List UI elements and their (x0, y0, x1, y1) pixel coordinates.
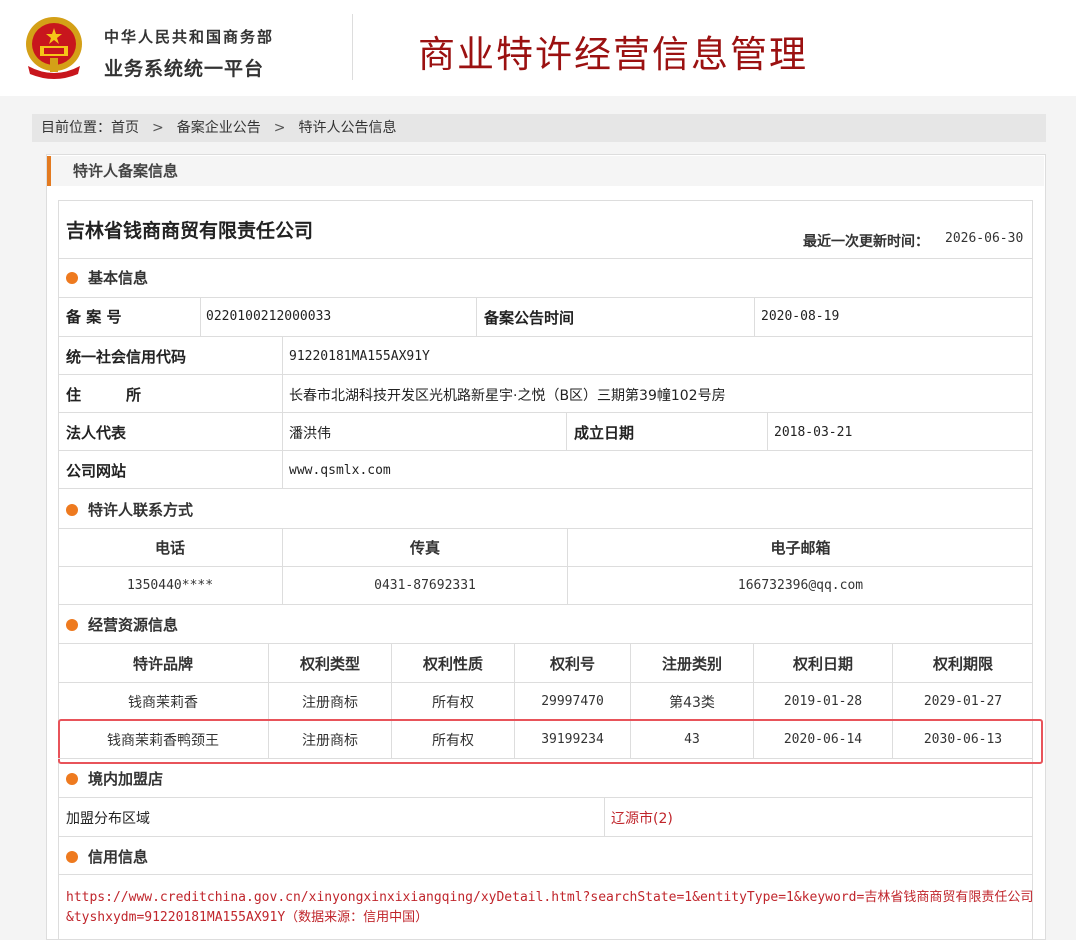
credit-url-line1[interactable]: https://www.creditchina.gov.cn/xinyongxi… (66, 886, 1033, 905)
divider (58, 412, 1033, 413)
page-header: 中华人民共和国商务部 业务系统统一平台 商业特许经营信息管理 (0, 0, 1076, 108)
section-title: 境内加盟店 (88, 770, 164, 788)
bullet-icon (66, 773, 78, 785)
divider (58, 643, 1033, 644)
divider (58, 874, 1033, 875)
founded-label: 成立日期 (574, 424, 635, 442)
divider (58, 258, 1033, 259)
resource-cell: 注册商标 (302, 695, 358, 711)
franchise-region-link[interactable]: 辽源市(2) (611, 808, 673, 828)
updated-label: 最近一次更新时间： (803, 234, 929, 250)
divider (58, 604, 1033, 605)
resource-header-brand: 特许品牌 (132, 655, 193, 673)
divider (58, 488, 1033, 489)
national-emblem-icon (26, 17, 82, 79)
section-franchise-stores: 境内加盟店 (66, 768, 163, 789)
breadcrumb: 目前位置：首页 > 备案企业公告 > 特许人公告信息 (32, 114, 1046, 142)
franchise-region-label: 加盟分布区域 (66, 811, 150, 827)
breadcrumb-item-filed-companies[interactable]: 备案企业公告 (177, 120, 261, 136)
breadcrumb-separator: > (273, 120, 286, 136)
contact-fax-value: 0431-87692331 (374, 578, 476, 593)
resource-cell: 所有权 (432, 695, 474, 711)
contact-phone-value: 1350440**** (126, 578, 214, 593)
divider (58, 297, 1033, 298)
section-title: 经营资源信息 (88, 616, 179, 634)
divider (566, 412, 567, 450)
updated-value: 2026-06-30 (945, 231, 1024, 246)
divider (58, 836, 1033, 837)
website-value[interactable]: www.qsmlx.com (289, 463, 391, 478)
credit-code-value: 91220181MA155AX91Y (289, 349, 430, 364)
resource-header-term: 权利期限 (932, 655, 993, 673)
resource-cell: 29997470 (541, 694, 604, 709)
breadcrumb-prefix: 目前位置： (41, 120, 111, 136)
announce-date-label: 备案公告时间 (484, 309, 575, 327)
divider (58, 566, 1033, 567)
header-divider (352, 14, 353, 80)
divider (767, 412, 768, 450)
section-title: 信用信息 (88, 848, 149, 866)
section-resources: 经营资源信息 (66, 614, 178, 635)
section-title: 特许人联系方式 (88, 501, 194, 519)
bullet-icon (66, 272, 78, 284)
resource-header-right-no: 权利号 (549, 655, 595, 673)
address-value: 长春市北湖科技开发区光机路新星宇·之悦（B区）三期第39幢102号房 (289, 388, 726, 404)
divider (604, 797, 605, 836)
site-title: 商业特许经营信息管理 (418, 33, 808, 76)
resource-header-class: 注册类别 (661, 655, 722, 673)
divider (754, 297, 755, 336)
divider (476, 297, 477, 336)
record-no-label: 备 案 号 (66, 308, 122, 326)
breadcrumb-separator: > (152, 120, 164, 136)
divider (58, 682, 1033, 683)
resource-cell: 钱商茉莉香 (128, 695, 198, 711)
bullet-icon (66, 851, 78, 863)
org-name-line2: 业务系统统一平台 (104, 58, 265, 80)
credit-code-label: 统一社会信用代码 (66, 348, 187, 366)
resource-cell: 第43类 (669, 695, 715, 711)
resource-cell: 2019-01-28 (783, 694, 863, 709)
legal-rep-label: 法人代表 (66, 424, 127, 442)
resource-cell: 2029-01-27 (923, 694, 1003, 709)
bullet-icon (66, 504, 78, 516)
resource-header-date: 权利日期 (792, 655, 853, 673)
panel-title: 特许人备案信息 (47, 156, 1044, 186)
company-name: 吉林省钱商商贸有限责任公司 (66, 220, 314, 242)
legal-rep-value: 潘洪伟 (289, 426, 331, 442)
contact-header-email: 电子邮箱 (770, 539, 831, 557)
credit-url-line2[interactable]: &tyshxydm=91220181MA155AX91Y（数据来源：信用中国） (66, 906, 428, 925)
contact-header-fax: 传真 (409, 539, 440, 557)
section-contact: 特许人联系方式 (66, 499, 193, 520)
divider (200, 297, 201, 336)
section-basic-info: 基本信息 (66, 267, 148, 288)
contact-email-value: 166732396@qq.com (737, 578, 864, 593)
divider (58, 528, 1033, 529)
divider (58, 336, 1033, 337)
breadcrumb-item-current: 特许人公告信息 (298, 120, 397, 136)
resource-header-right-type: 权利类型 (299, 655, 360, 673)
divider (58, 374, 1033, 375)
org-name-line1: 中华人民共和国商务部 (104, 28, 275, 46)
resource-header-right-nature: 权利性质 (422, 655, 483, 673)
section-title: 基本信息 (88, 269, 149, 287)
website-label: 公司网站 (66, 462, 127, 480)
section-credit-info: 信用信息 (66, 846, 148, 867)
announce-date-value: 2020-08-19 (761, 309, 840, 324)
record-no-value: 0220100212000033 (206, 309, 332, 324)
divider (58, 758, 1033, 759)
founded-value: 2018-03-21 (774, 425, 853, 440)
divider (58, 450, 1033, 451)
breadcrumb-item-home[interactable]: 首页 (111, 120, 139, 136)
bullet-icon (66, 619, 78, 631)
divider (58, 797, 1033, 798)
contact-header-phone: 电话 (154, 539, 185, 557)
address-label: 住 所 (66, 386, 142, 404)
